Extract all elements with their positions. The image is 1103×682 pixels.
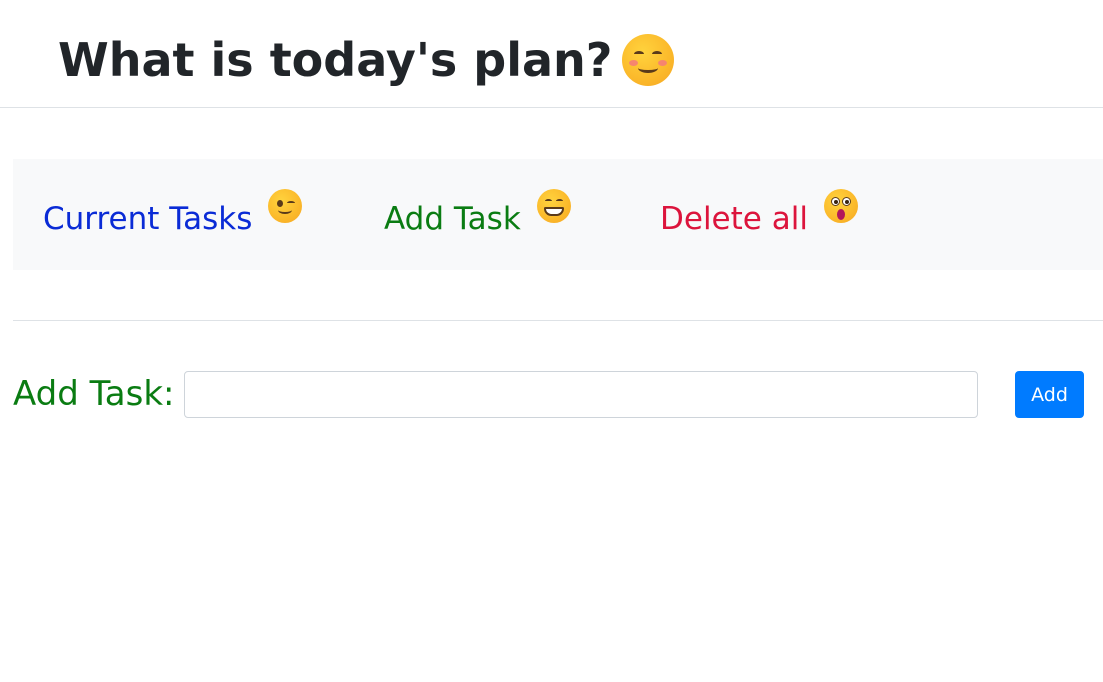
smiling-face-icon [622,34,675,86]
add-button[interactable]: Add [1015,371,1084,418]
nav-add-task-label: Add Task [384,200,521,237]
page-title-text: What is today's plan? [58,33,613,87]
astonished-face-icon [823,188,858,223]
grinning-face-icon [536,188,571,223]
task-nav-bar: Current Tasks Add Task Delete all [13,159,1103,270]
task-input[interactable] [184,371,978,418]
add-task-label: Add Task: [13,374,175,414]
add-task-form: Add Task: Add [13,371,1103,418]
page-header: What is today's plan? [0,0,1103,108]
nav-delete-all-link[interactable]: Delete all [660,159,858,270]
winking-face-icon [268,188,303,223]
nav-current-tasks-link[interactable]: Current Tasks [43,159,303,270]
nav-add-task-link[interactable]: Add Task [384,159,571,270]
section-divider [13,320,1103,321]
nav-current-tasks-label: Current Tasks [43,200,253,237]
page-title: What is today's plan? [58,30,675,90]
nav-delete-all-label: Delete all [660,200,808,237]
